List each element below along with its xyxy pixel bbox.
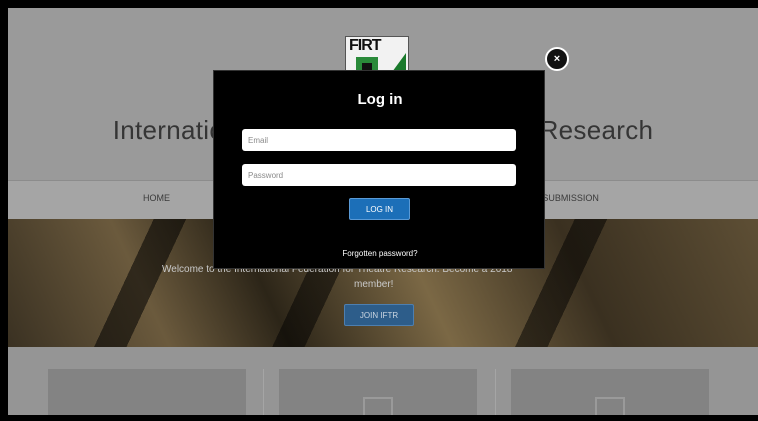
email-input[interactable] bbox=[242, 129, 516, 151]
logo-text: FIRT bbox=[349, 37, 382, 54]
modal-title: Log in bbox=[357, 91, 403, 108]
forgot-password-link[interactable]: Forgotten password? bbox=[214, 249, 546, 258]
card-divider bbox=[495, 369, 496, 415]
close-icon[interactable]: × bbox=[545, 47, 569, 71]
hero-member-text: member! bbox=[354, 279, 394, 290]
nav-item-home[interactable]: HOME bbox=[143, 193, 170, 203]
feature-card[interactable] bbox=[511, 369, 709, 415]
feature-card[interactable] bbox=[279, 369, 477, 415]
monitor-icon bbox=[595, 397, 625, 415]
card-divider bbox=[263, 369, 264, 415]
login-button[interactable]: LOG IN bbox=[349, 198, 410, 220]
document-icon bbox=[363, 397, 393, 415]
feature-cards bbox=[8, 347, 758, 415]
feature-card[interactable] bbox=[48, 369, 246, 415]
join-button[interactable]: JOIN IFTR bbox=[344, 304, 414, 326]
password-input[interactable] bbox=[242, 164, 516, 186]
login-modal: Log in LOG IN Forgotten password? bbox=[213, 70, 545, 269]
